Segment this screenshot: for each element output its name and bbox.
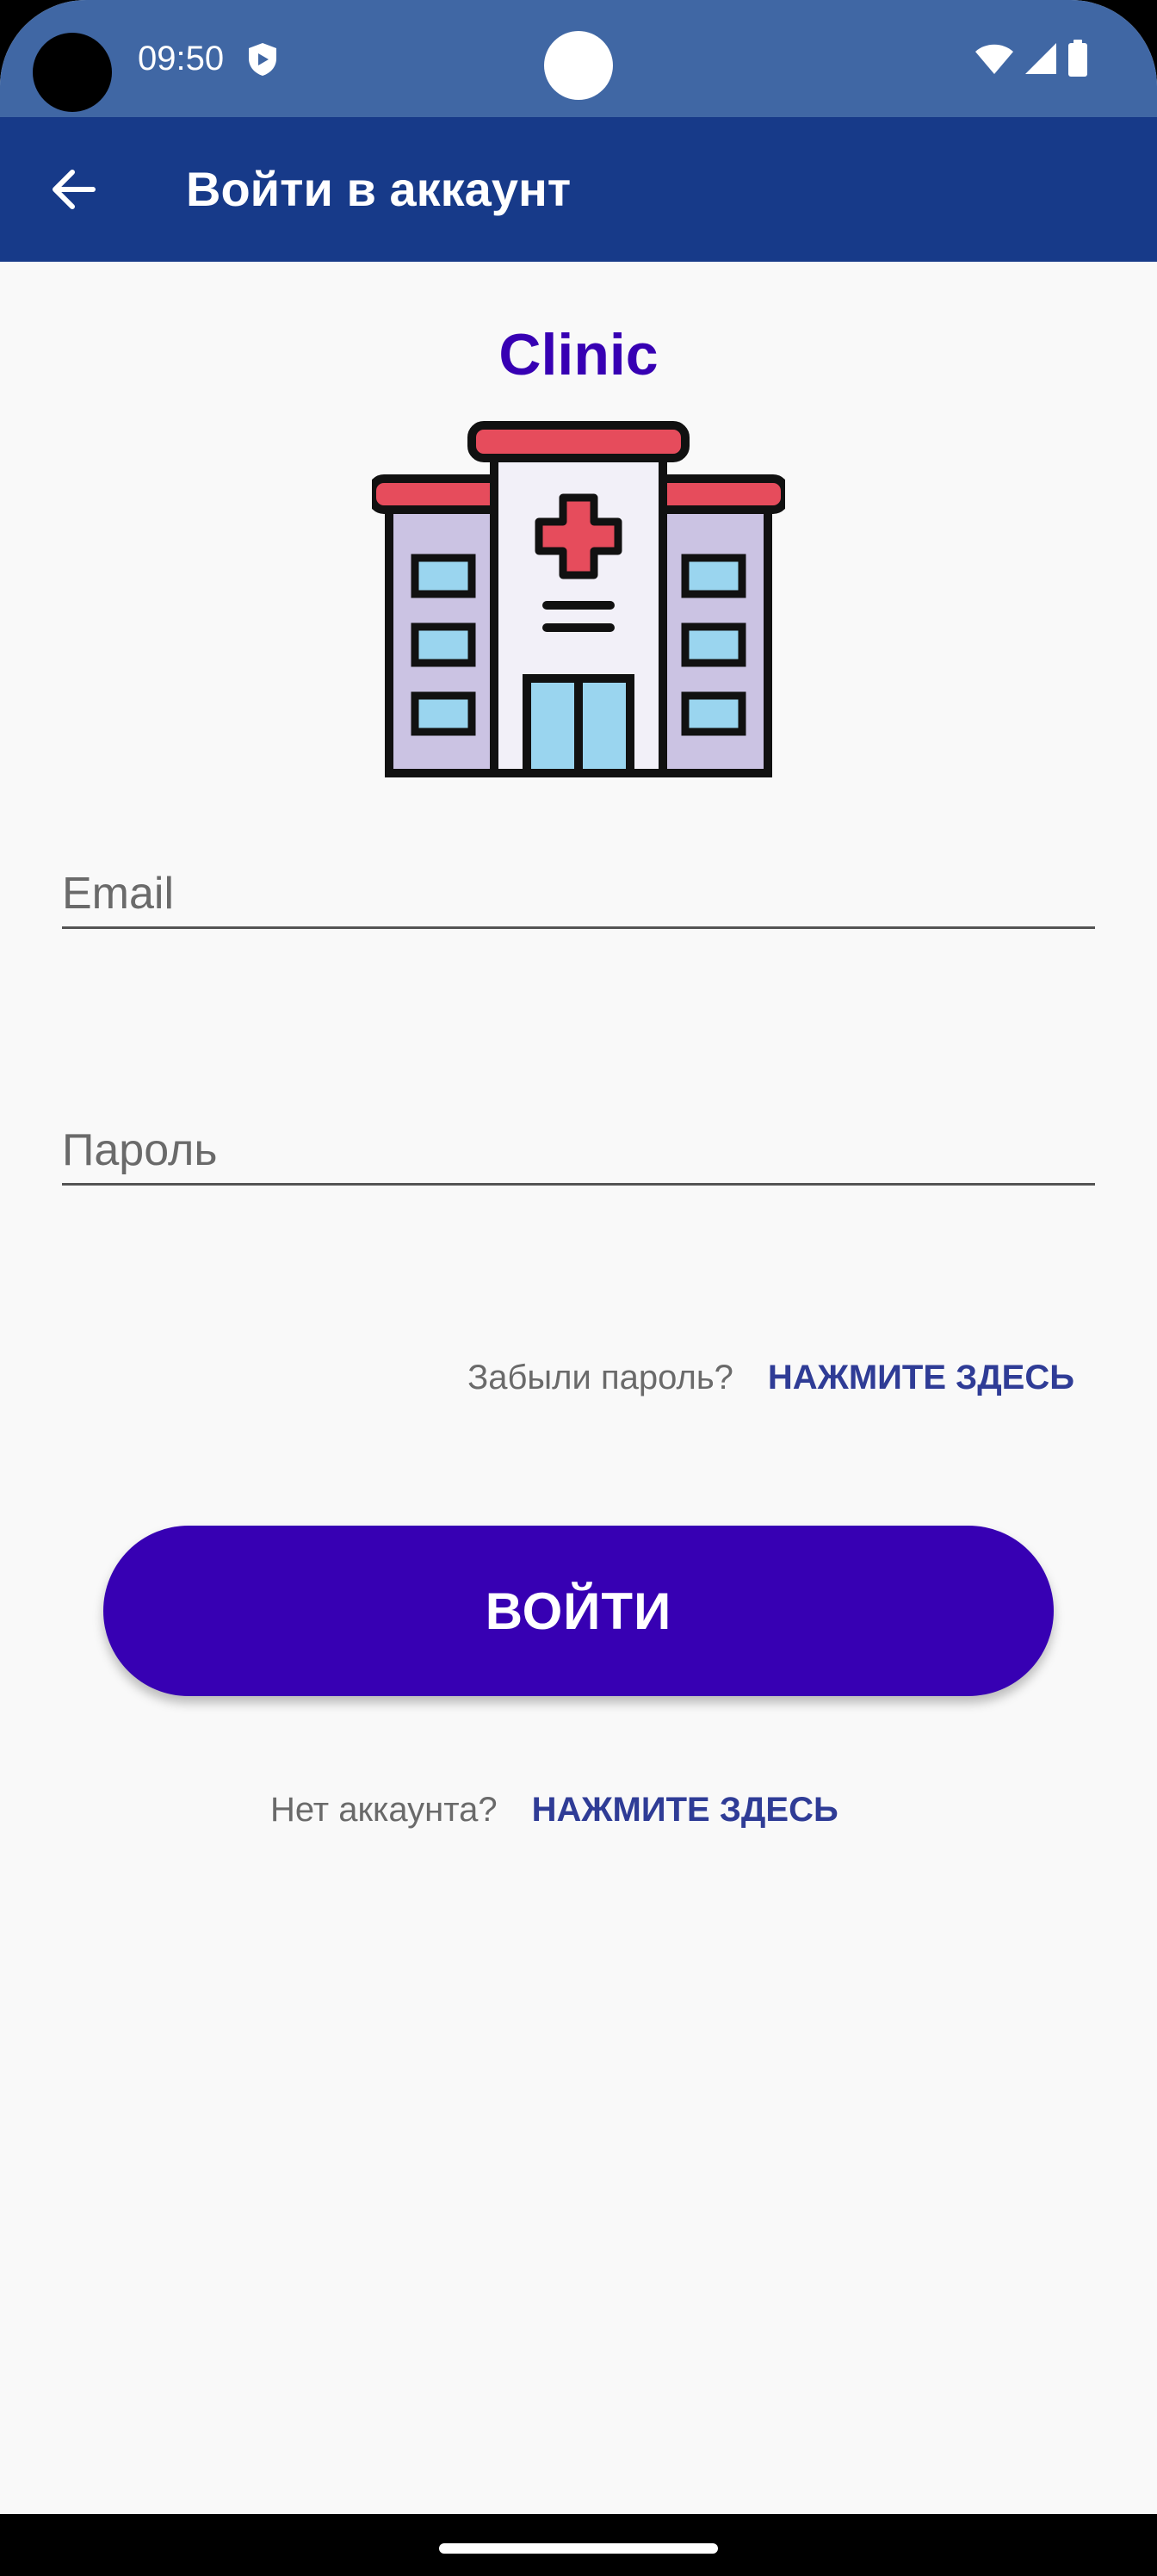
app-bar: Войти в аккаунт: [0, 117, 1157, 262]
brand-name: Clinic: [498, 322, 659, 387]
page-title: Войти в аккаунт: [186, 162, 572, 216]
battery-icon: [1068, 40, 1087, 77]
wifi-icon: [975, 44, 1013, 74]
register-prompt: Нет аккаунта?: [270, 1791, 498, 1829]
forgot-password-row: Забыли пароль? НАЖМИТЕ ЗДЕСЬ: [467, 1359, 1074, 1397]
status-bar: 09:50: [0, 0, 1157, 117]
home-gesture-handle[interactable]: [439, 2543, 718, 2554]
app-screen: 09:50 Войти в аккаунт Clinic Email Забыл…: [0, 0, 1157, 2576]
front-sensor: [544, 31, 613, 100]
password-field-container: [62, 1104, 1095, 1186]
back-button[interactable]: [34, 155, 112, 224]
camera-cutout: [33, 33, 112, 112]
email-field-container: [62, 847, 1095, 929]
status-time: 09:50: [138, 40, 225, 77]
register-row: Нет аккаунта? НАЖМИТЕ ЗДЕСЬ: [270, 1791, 838, 1830]
forgot-password-link[interactable]: НАЖМИТЕ ЗДЕСЬ: [768, 1359, 1074, 1397]
arrow-left-icon: [53, 170, 96, 209]
password-input[interactable]: [62, 1104, 1095, 1183]
hospital-building-icon: [372, 421, 785, 777]
status-icons: [974, 40, 1088, 77]
cell-signal-icon: [1025, 43, 1056, 74]
register-link[interactable]: НАЖМИТЕ ЗДЕСЬ: [532, 1791, 838, 1830]
shield-icon: [249, 43, 276, 76]
email-input[interactable]: [62, 847, 1095, 926]
forgot-password-prompt: Забыли пароль?: [467, 1359, 733, 1396]
login-button[interactable]: ВОЙТИ: [103, 1526, 1054, 1696]
